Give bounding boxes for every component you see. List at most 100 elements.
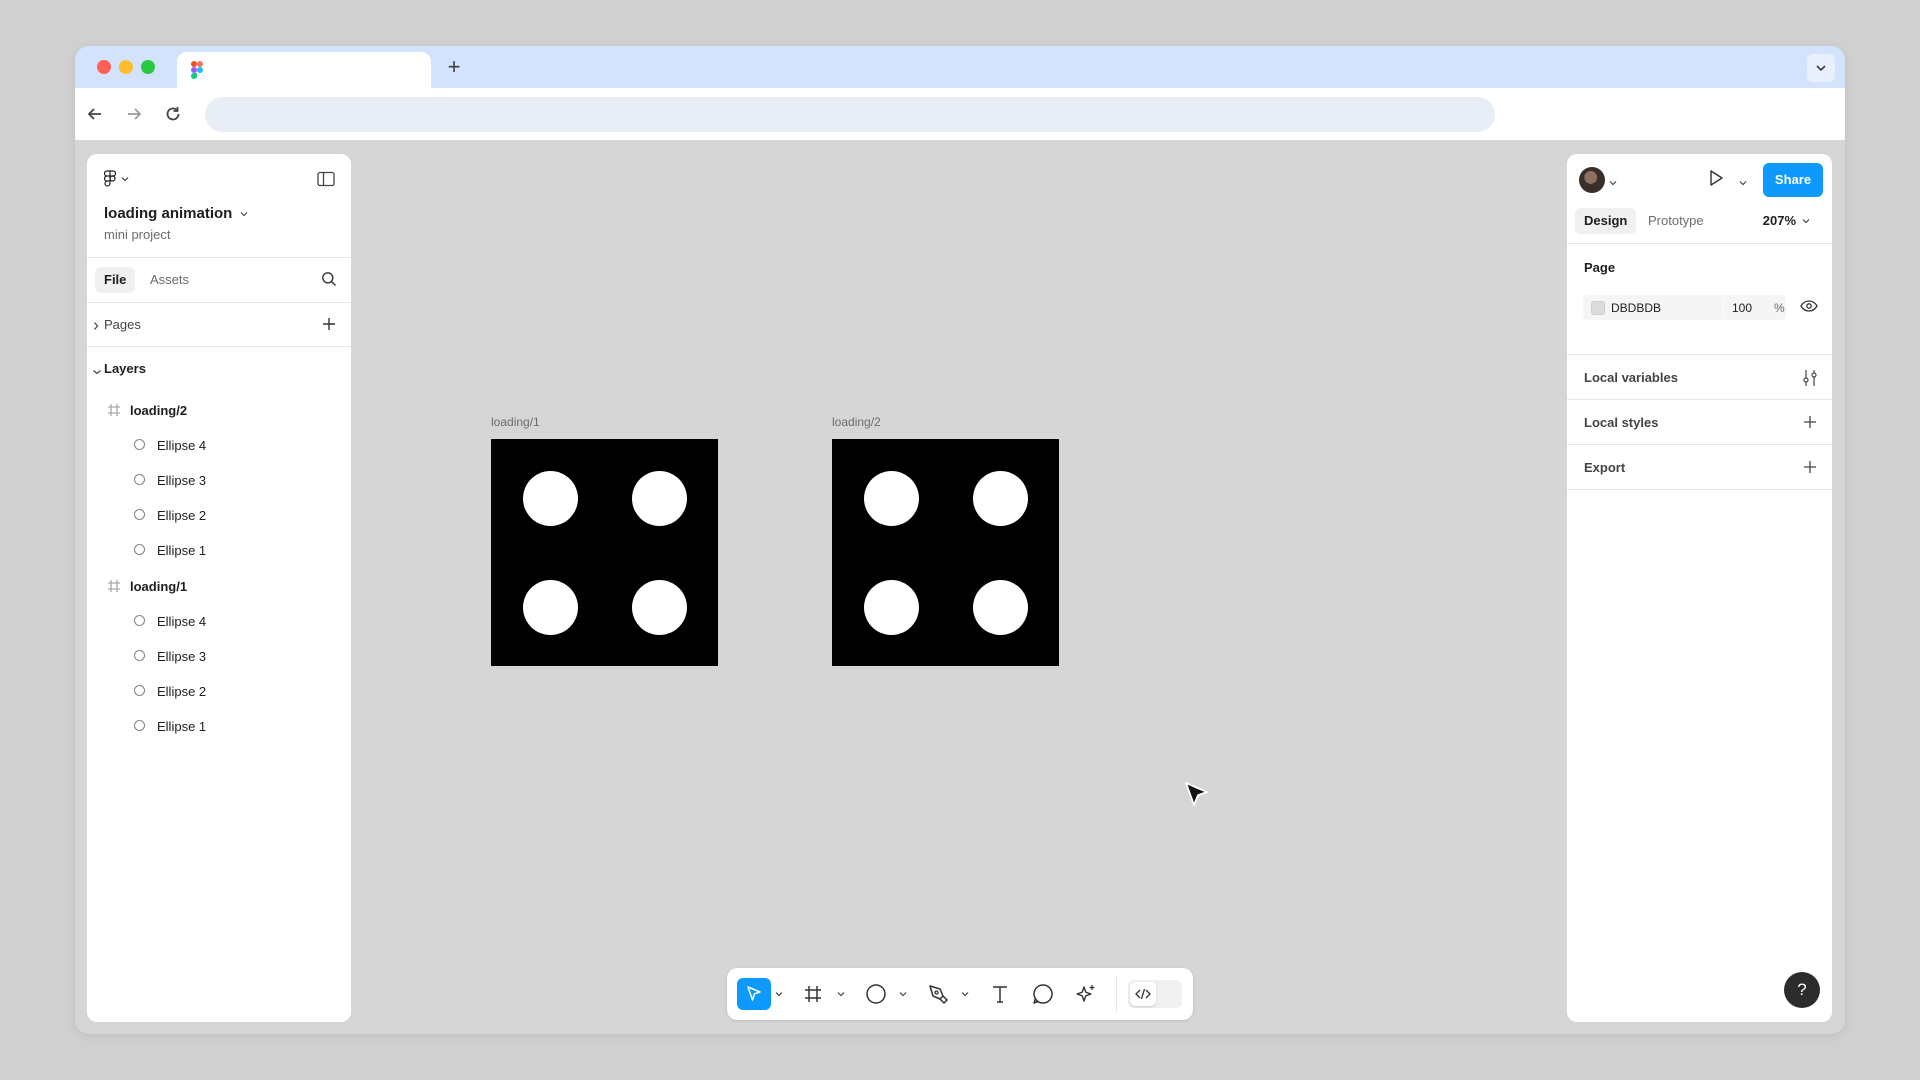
tab-design[interactable]: Design — [1575, 208, 1637, 234]
local-variables-row[interactable]: Local variables — [1567, 355, 1832, 400]
tab-assets[interactable]: Assets — [141, 267, 198, 293]
file-header: loading animation mini project — [87, 154, 351, 258]
add-page-button[interactable] — [321, 316, 337, 337]
search-icon — [322, 272, 336, 286]
frame-label[interactable]: loading/2 — [832, 415, 881, 429]
address-bar[interactable] — [205, 97, 1495, 132]
frame-tool-button[interactable] — [803, 978, 823, 1010]
page-section: Page DBDBDB 100 % — [1567, 244, 1832, 355]
color-hex-value[interactable]: DBDBDB — [1611, 301, 1661, 315]
ellipse-shape[interactable] — [864, 471, 919, 526]
layer-row[interactable]: Ellipse 1 — [87, 711, 351, 741]
sliders-icon[interactable] — [1802, 369, 1818, 392]
layer-row[interactable]: loading/1 — [87, 571, 351, 601]
layer-row[interactable]: Ellipse 2 — [87, 500, 351, 530]
tab-file[interactable]: File — [95, 267, 136, 293]
chevron-down-icon[interactable] — [775, 978, 783, 1010]
layer-row[interactable]: Ellipse 2 — [87, 676, 351, 706]
page-section-title: Page — [1584, 260, 1616, 275]
plus-icon[interactable] — [1802, 414, 1818, 435]
toolbar-divider — [1116, 976, 1117, 1012]
chevron-down-icon — [1802, 218, 1810, 223]
visibility-toggle[interactable] — [1800, 299, 1818, 318]
present-button[interactable] — [1707, 168, 1725, 193]
layer-name: Ellipse 3 — [157, 473, 207, 488]
chevron-down-icon[interactable] — [92, 363, 102, 381]
layer-row[interactable]: Ellipse 4 — [87, 430, 351, 460]
artboard-frame[interactable] — [491, 439, 718, 666]
browser-tab[interactable] — [177, 52, 431, 88]
search-layers-button[interactable] — [321, 271, 337, 292]
chevron-down-icon[interactable] — [837, 978, 845, 1010]
layers-label: Layers — [104, 361, 146, 376]
new-tab-button[interactable]: + — [441, 54, 467, 80]
actions-button[interactable] — [1075, 978, 1097, 1010]
page-color-field[interactable]: DBDBDB 100 % — [1583, 295, 1786, 320]
ellipse-icon — [133, 438, 146, 454]
chevron-down-icon — [1816, 65, 1826, 72]
ellipse-shape[interactable] — [523, 580, 578, 635]
artboard-frame[interactable] — [832, 439, 1059, 666]
export-row[interactable]: Export — [1567, 445, 1832, 490]
sidebar-icon — [317, 171, 335, 187]
maximize-window-button[interactable] — [141, 60, 155, 74]
main-menu-button[interactable] — [103, 170, 129, 188]
chevron-down-icon[interactable] — [899, 978, 907, 1010]
ellipse-shape[interactable] — [973, 580, 1028, 635]
help-button[interactable]: ? — [1784, 972, 1820, 1008]
minimize-window-button[interactable] — [119, 60, 133, 74]
avatar[interactable] — [1579, 167, 1605, 193]
pen-tool-button[interactable] — [927, 978, 949, 1010]
dev-mode-toggle[interactable] — [1128, 980, 1182, 1008]
file-name-button[interactable]: loading animation — [104, 205, 248, 222]
comment-tool-button[interactable] — [1032, 978, 1054, 1010]
code-icon — [1130, 982, 1156, 1006]
zoom-menu[interactable]: 207% — [1763, 213, 1810, 228]
layers-panel: loading animation mini project File Asse… — [87, 154, 351, 1022]
frame-label[interactable]: loading/1 — [491, 415, 540, 429]
plus-icon — [323, 318, 335, 330]
shape-tool-button[interactable] — [865, 978, 887, 1010]
opacity-value[interactable]: 100 — [1723, 301, 1752, 315]
move-tool-button[interactable] — [737, 978, 771, 1010]
opacity-unit: % — [1774, 301, 1785, 315]
chevron-down-icon — [121, 177, 129, 182]
panel-tabs: File Assets — [87, 258, 351, 303]
layer-row[interactable]: loading/2 — [87, 395, 351, 425]
layer-row[interactable]: Ellipse 4 — [87, 606, 351, 636]
layer-name: loading/2 — [130, 403, 188, 418]
forward-button[interactable] — [120, 100, 148, 128]
chevron-down-icon[interactable] — [1739, 174, 1747, 192]
figma-logo-icon — [103, 170, 117, 187]
tab-prototype[interactable]: Prototype — [1639, 208, 1713, 234]
zoom-level: 207% — [1762, 213, 1796, 228]
layer-name: Ellipse 4 — [157, 438, 207, 453]
chevron-down-icon[interactable] — [1609, 174, 1617, 192]
plus-icon[interactable] — [1802, 459, 1818, 480]
ellipse-shape[interactable] — [523, 471, 578, 526]
reload-button[interactable] — [159, 100, 187, 128]
tab-search-button[interactable] — [1807, 54, 1835, 82]
layer-row[interactable]: Ellipse 1 — [87, 535, 351, 565]
arrow-right-icon — [128, 108, 142, 120]
local-styles-row[interactable]: Local styles — [1567, 400, 1832, 445]
color-swatch[interactable] — [1591, 301, 1605, 315]
chevron-down-icon[interactable] — [961, 978, 969, 1010]
share-button[interactable]: Share — [1763, 163, 1823, 197]
ellipse-shape[interactable] — [864, 580, 919, 635]
back-button[interactable] — [81, 100, 109, 128]
figma-favicon-icon — [191, 61, 203, 84]
ellipse-shape[interactable] — [973, 471, 1028, 526]
text-tool-button[interactable] — [990, 978, 1010, 1010]
layer-row[interactable]: Ellipse 3 — [87, 641, 351, 671]
close-window-button[interactable] — [97, 60, 111, 74]
local-variables-label: Local variables — [1584, 370, 1678, 385]
ellipse-shape[interactable] — [632, 471, 687, 526]
pages-section[interactable]: Pages — [87, 303, 351, 347]
layer-row[interactable]: Ellipse 3 — [87, 465, 351, 495]
sidebar-toggle-button[interactable] — [317, 171, 335, 192]
ellipse-icon — [133, 649, 146, 665]
local-styles-label: Local styles — [1584, 415, 1659, 430]
ellipse-icon — [133, 543, 146, 559]
ellipse-shape[interactable] — [632, 580, 687, 635]
